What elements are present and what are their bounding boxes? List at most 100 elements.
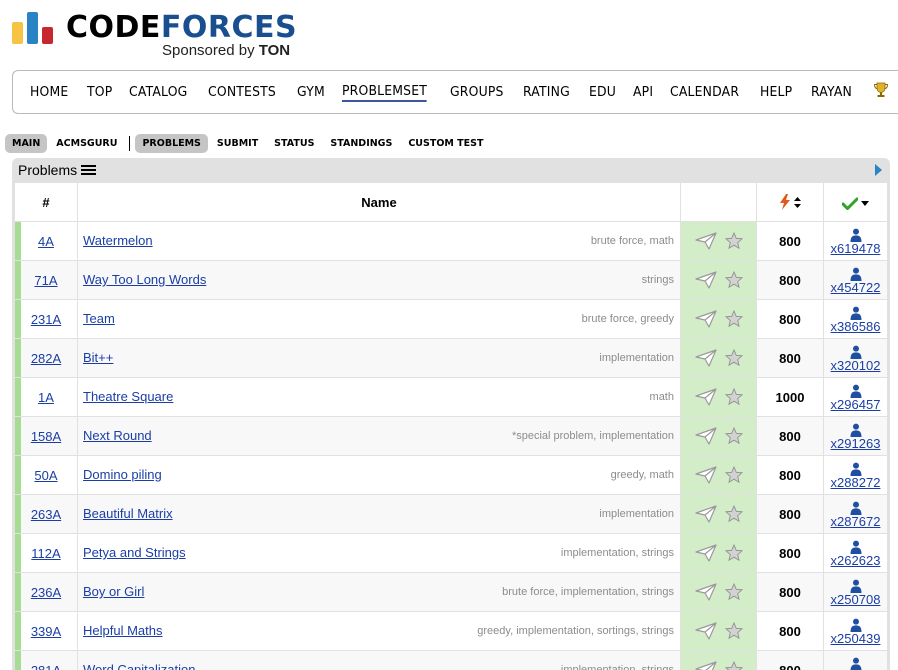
submit-send-icon[interactable] [694,427,717,445]
problem-tag[interactable]: greedy [611,469,644,481]
submenu-problems[interactable]: PROBLEMS [135,133,208,153]
menu-item-api[interactable]: API [633,84,653,100]
problem-tag[interactable]: brute force [591,235,644,247]
submenu-status[interactable]: STATUS [267,134,321,153]
favorite-star-icon[interactable] [724,543,743,562]
solved-count-link[interactable]: x619478 [831,241,881,256]
problem-tag[interactable]: implementation [599,508,674,520]
expand-arrow-icon[interactable] [875,164,882,176]
solved-count-link[interactable]: x250708 [831,592,881,607]
submit-send-icon[interactable] [694,232,717,250]
favorite-star-icon[interactable] [724,621,743,640]
problem-tag[interactable]: strings [642,586,674,598]
submit-send-icon[interactable] [694,349,717,367]
problem-name-link[interactable]: Bit++ [83,350,113,365]
solved-count-link[interactable]: x386586 [831,319,881,334]
problem-tag[interactable]: math [650,235,674,247]
solved-count-link[interactable]: x287672 [831,514,881,529]
submit-send-icon[interactable] [694,622,717,640]
problem-name-link[interactable]: Boy or Girl [83,584,144,599]
problem-name-link[interactable]: Way Too Long Words [83,272,206,287]
menu-item-groups[interactable]: GROUPS [450,84,504,100]
problem-id-link[interactable]: 339A [31,624,61,639]
problem-name-link[interactable]: Petya and Strings [83,545,186,560]
problem-tag[interactable]: *special problem [512,430,593,442]
problem-tag[interactable]: brute force [582,313,635,325]
problem-name-link[interactable]: Next Round [83,428,152,443]
problem-id-link[interactable]: 4A [38,234,54,249]
problem-name-link[interactable]: Beautiful Matrix [83,506,173,521]
header-solved[interactable] [823,182,888,222]
favorite-star-icon[interactable] [724,660,743,670]
codeforces-logo[interactable]: CODEFORCES Sponsored by TON [12,8,302,64]
submit-send-icon[interactable] [694,271,717,289]
problem-name-link[interactable]: Watermelon [83,233,153,248]
problem-tag[interactable]: implementation [561,547,636,559]
problem-id-link[interactable]: 158A [31,429,61,444]
problem-id-link[interactable]: 112A [31,546,60,561]
submenu-acmsguru[interactable]: ACMSGURU [49,134,124,153]
menu-item-contests[interactable]: CONTESTS [208,84,276,100]
problem-tag[interactable]: implementation [561,664,636,670]
favorite-star-icon[interactable] [724,387,743,406]
favorite-star-icon[interactable] [724,426,743,445]
menu-item-catalog[interactable]: CATALOG [129,84,187,100]
problem-name-link[interactable]: Team [83,311,115,326]
problem-id-link[interactable]: 231A [31,312,61,327]
solved-count-link[interactable]: x262623 [831,553,881,568]
solved-count-link[interactable]: x288272 [831,475,881,490]
problem-tag[interactable]: greedy [640,313,674,325]
problem-name-link[interactable]: Theatre Square [83,389,173,404]
menu-item-rayan[interactable]: RAYAN [811,84,852,100]
menu-item-calendar[interactable]: CALENDAR [670,84,739,100]
problem-name-link[interactable]: Domino piling [83,467,162,482]
problem-id-link[interactable]: 263A [31,507,61,522]
solved-count-link[interactable]: x291263 [831,436,881,451]
problem-name-link[interactable]: Word Capitalization [83,662,195,670]
problem-id-link[interactable]: 236A [31,585,61,600]
menu-item-problemset[interactable]: PROBLEMSET [342,83,428,102]
problem-tag[interactable]: sortings [597,625,636,637]
submit-send-icon[interactable] [694,583,717,601]
favorite-star-icon[interactable] [724,231,743,250]
problem-tag[interactable]: implementation [599,352,674,364]
favorite-star-icon[interactable] [724,348,743,367]
problem-tag[interactable]: implementation [561,586,636,598]
list-icon[interactable] [81,164,97,176]
problem-id-link[interactable]: 282A [31,351,61,366]
menu-item-edu[interactable]: EDU [589,84,616,100]
header-difficulty[interactable] [756,182,824,222]
problem-id-link[interactable]: 50A [34,468,57,483]
problem-tag[interactable]: brute force [502,586,555,598]
solved-count-link[interactable]: x320102 [831,358,881,373]
solved-count-link[interactable]: x296457 [831,397,881,412]
favorite-star-icon[interactable] [724,465,743,484]
problem-tag[interactable]: strings [642,664,674,670]
submenu-main[interactable]: MAIN [5,133,48,153]
favorite-star-icon[interactable] [724,504,743,523]
favorite-star-icon[interactable] [724,270,743,289]
submenu-custom-test[interactable]: CUSTOM TEST [401,134,490,153]
problem-name-link[interactable]: Helpful Maths [83,623,162,638]
submit-send-icon[interactable] [694,505,717,523]
submit-send-icon[interactable] [694,466,717,484]
submit-send-icon[interactable] [694,544,717,562]
favorite-star-icon[interactable] [724,582,743,601]
menu-item-rating[interactable]: RATING [523,84,570,100]
menu-item-top[interactable]: TOP [87,84,112,100]
menu-item-gym[interactable]: GYM [297,84,325,100]
submit-send-icon[interactable] [694,388,717,406]
problem-tag[interactable]: strings [642,274,674,286]
menu-item-home[interactable]: HOME [30,84,68,100]
submenu-submit[interactable]: SUBMIT [210,134,265,153]
problem-id-link[interactable]: 71A [34,273,57,288]
problem-id-link[interactable]: 1A [38,390,54,405]
problem-id-link[interactable]: 281A [31,663,61,670]
solved-count-link[interactable]: x250439 [831,631,881,646]
problem-tag[interactable]: implementation [599,430,674,442]
submit-send-icon[interactable] [694,661,717,670]
problem-tag[interactable]: implementation [516,625,591,637]
problem-tag[interactable]: math [650,469,674,481]
problem-tag[interactable]: strings [642,547,674,559]
problem-tag[interactable]: math [650,391,674,403]
